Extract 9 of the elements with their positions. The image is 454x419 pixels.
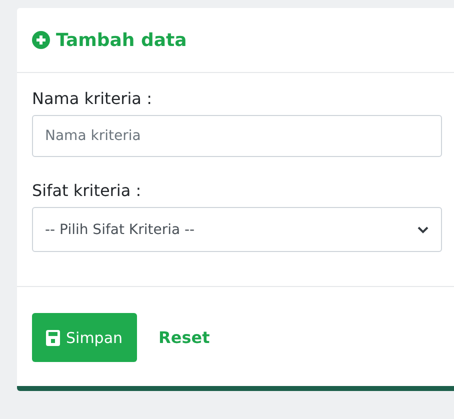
input-field[interactable]: Nama kriteria bbox=[32, 115, 442, 157]
card-title: Tambah data bbox=[56, 30, 187, 50]
select-field[interactable]: -- Pilih Sifat Kriteria -- bbox=[32, 207, 442, 252]
chevron-down-icon bbox=[417, 226, 429, 234]
field-label: Sifat kriteria : bbox=[32, 181, 142, 200]
plus-circle-icon bbox=[32, 31, 50, 49]
reset-link[interactable]: Reset bbox=[158, 328, 210, 347]
save-button[interactable]: Simpan bbox=[32, 313, 137, 362]
field-label: Nama kriteria : bbox=[32, 89, 153, 108]
